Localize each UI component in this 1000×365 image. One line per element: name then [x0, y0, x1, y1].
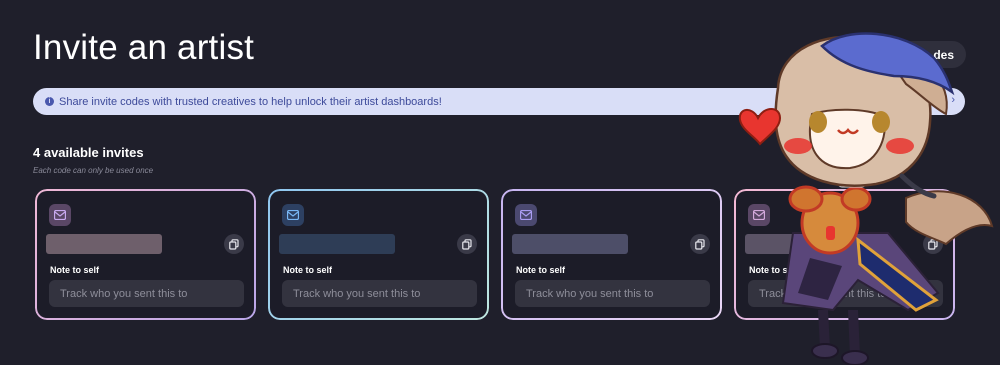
ticket-icon — [282, 204, 304, 226]
ticket-icon — [49, 204, 71, 226]
invite-card: Note to self — [501, 189, 722, 320]
note-to-self-input[interactable] — [49, 280, 244, 307]
copy-code-button[interactable] — [224, 234, 244, 254]
note-to-self-label: Note to self — [516, 265, 566, 275]
copy-code-button[interactable] — [457, 234, 477, 254]
ticket-icon — [515, 204, 537, 226]
invite-code-redacted — [512, 234, 628, 254]
mascot-body — [781, 232, 940, 365]
note-to-self-input[interactable] — [282, 280, 477, 307]
invite-code-redacted — [46, 234, 162, 254]
copy-icon — [229, 238, 239, 250]
mascot-tail — [905, 190, 994, 246]
page-title: Invite an artist — [33, 28, 255, 67]
note-to-self-label: Note to self — [50, 265, 100, 275]
info-icon: i — [45, 97, 54, 106]
mascot-illustration — [738, 32, 994, 365]
copy-code-button[interactable] — [690, 234, 710, 254]
note-to-self-input[interactable] — [515, 280, 710, 307]
copy-icon — [462, 238, 472, 250]
heart-icon — [738, 108, 782, 146]
banner-text: Share invite codes with trusted creative… — [59, 95, 442, 108]
note-to-self-label: Note to self — [283, 265, 333, 275]
available-invites-heading: 4 available invites — [33, 145, 144, 160]
copy-icon — [695, 238, 705, 250]
available-invites-subheading: Each code can only be used once — [33, 166, 154, 175]
invite-card: Note to self — [35, 189, 256, 320]
invite-code-redacted — [279, 234, 395, 254]
invite-card: Note to self — [268, 189, 489, 320]
